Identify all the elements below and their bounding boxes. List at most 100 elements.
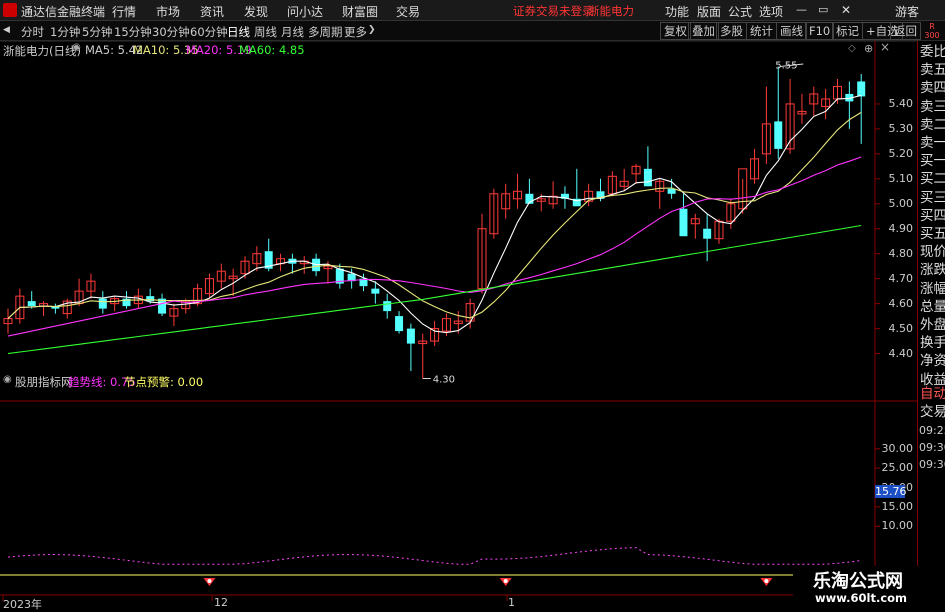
menu-layout[interactable]: 版面: [697, 3, 721, 20]
auto-label[interactable]: 自动: [920, 386, 945, 402]
menu-options[interactable]: 选项: [759, 3, 783, 20]
trade-label[interactable]: 交易: [920, 404, 945, 420]
date-axis-year: 2023年: [3, 598, 42, 611]
indicator-axis-label: 30.00: [881, 441, 914, 455]
candle-body: [27, 301, 36, 307]
tick-time-2: 09:30: [919, 441, 945, 454]
price-axis-label: 5.40: [888, 96, 914, 110]
price-axis-label: 5.00: [888, 196, 914, 210]
indicator-current-value: 15.76: [875, 485, 907, 498]
period-60min[interactable]: 60分钟: [190, 24, 228, 40]
date-axis-jan: 1: [508, 596, 515, 609]
alert-marker-dot: [207, 579, 212, 583]
back-button[interactable]: 返回: [890, 22, 921, 40]
quote-field-2: 卖四: [920, 80, 945, 97]
quote-field-3: 卖三: [920, 98, 945, 115]
chart-svg[interactable]: 5.55 4.30: [0, 41, 917, 609]
mark-button[interactable]: 标记: [832, 22, 863, 40]
candle-body: [371, 288, 380, 294]
low-label: 4.30: [433, 375, 455, 386]
price-axis-label: 4.70: [888, 271, 914, 285]
menu-trade[interactable]: 交易: [396, 3, 420, 20]
quote-field-1: 卖五: [920, 62, 945, 79]
title-bar: 通达信金融终端 行情 市场 资讯 发现 问小达 财富圈 交易 证券交易未登录 浙…: [0, 0, 945, 21]
ma10-line: [7, 111, 862, 320]
menu-quotes[interactable]: 行情: [112, 3, 136, 20]
period-weekly[interactable]: 周线: [254, 24, 277, 40]
close-icon[interactable]: ✕: [841, 3, 851, 17]
price-axis-label: 4.40: [888, 346, 914, 360]
candle-body: [643, 168, 652, 187]
candle-body: [774, 121, 783, 149]
quote-field-6: 买一: [920, 153, 945, 170]
menu-formula[interactable]: 公式: [728, 3, 752, 20]
watermark-url: www.60lt.com: [815, 591, 908, 605]
period-15min[interactable]: 15分钟: [114, 24, 152, 40]
multi-stock-button[interactable]: 多股: [716, 22, 747, 40]
candle-body: [857, 81, 866, 97]
overlay-button[interactable]: 叠加: [688, 22, 719, 40]
candle-body: [98, 298, 107, 309]
period-daily[interactable]: 日线: [227, 24, 250, 40]
indicator-axis-label: 15.00: [881, 499, 914, 513]
adjust-button[interactable]: 复权: [660, 22, 691, 40]
price-axis-label: 4.50: [888, 321, 914, 335]
quote-field-15: 外盘: [920, 317, 945, 333]
candle-body: [679, 208, 688, 237]
period-30min[interactable]: 30分钟: [152, 24, 190, 40]
high-label: 5.55: [775, 60, 797, 71]
menu-ask[interactable]: 问小达: [287, 3, 323, 20]
candle-body: [383, 301, 392, 312]
tick-time-3: 09:30: [919, 458, 945, 471]
corner-indicator: R 300: [924, 22, 940, 40]
quote-field-8: 买三: [920, 189, 945, 206]
price-axis-label: 4.90: [888, 221, 914, 235]
quote-field-10: 买五: [920, 226, 945, 242]
period-1min[interactable]: 1分钟: [50, 24, 80, 40]
period-multi[interactable]: 多周期: [308, 24, 343, 40]
alert-marker-dot: [503, 579, 508, 583]
period-arrow-icon[interactable]: ◀: [3, 25, 10, 35]
menu-discover[interactable]: 发现: [244, 3, 268, 20]
user-guest[interactable]: 游客: [895, 3, 919, 20]
tick-time-1: 09:25: [919, 424, 945, 437]
menu-market[interactable]: 市场: [156, 3, 180, 20]
period-intraday[interactable]: 分时: [21, 24, 44, 40]
chevron-right-icon: ❯: [368, 25, 376, 35]
stock-name-title: 浙能电力: [588, 4, 634, 18]
watermark-text: 乐淘公式网: [813, 571, 903, 592]
quote-field-16: 换手: [920, 335, 945, 352]
quote-field-17: 净资: [920, 353, 945, 370]
minimize-button[interactable]: —: [796, 3, 807, 16]
candle-body: [703, 228, 712, 239]
indicator-axis-label: 25.00: [881, 461, 914, 475]
watermark: 乐淘公式网 www.60lt.com: [793, 566, 945, 609]
period-more[interactable]: 更多: [344, 24, 367, 40]
menu-function[interactable]: 功能: [665, 3, 689, 20]
period-5min[interactable]: 5分钟: [82, 24, 112, 40]
restore-button[interactable]: ▭: [818, 3, 828, 16]
candle-body: [395, 316, 404, 332]
quote-field-13: 涨幅: [920, 280, 945, 297]
draw-line-button[interactable]: 画线: [776, 22, 807, 40]
trend-line-series: [7, 547, 862, 565]
price-axis-label: 4.60: [888, 296, 914, 310]
quote-field-9: 买四: [920, 207, 945, 224]
candle-body: [667, 188, 676, 194]
login-status[interactable]: 证券交易未登录: [513, 3, 594, 19]
quote-field-14: 总量: [920, 298, 945, 315]
quote-field-11: 现价: [920, 244, 945, 261]
alert-marker-dot: [764, 579, 769, 583]
price-axis-label: 5.30: [888, 121, 914, 135]
app-logo-icon: [3, 3, 17, 17]
f10-button[interactable]: F10: [805, 22, 835, 40]
stats-button[interactable]: 统计: [746, 22, 777, 40]
period-monthly[interactable]: 月线: [281, 24, 304, 40]
price-axis-label: 5.10: [888, 171, 914, 185]
period-toolbar: ◀ 分时 1分钟 5分钟 15分钟 30分钟 60分钟 日线 周线 月线 多周期…: [0, 21, 945, 41]
menu-news[interactable]: 资讯: [200, 3, 224, 20]
candle-body: [406, 328, 415, 344]
menu-wealth[interactable]: 财富圈: [342, 3, 378, 20]
price-axis-label: 4.80: [888, 246, 914, 260]
indicator-axis-label: 10.00: [881, 519, 914, 533]
